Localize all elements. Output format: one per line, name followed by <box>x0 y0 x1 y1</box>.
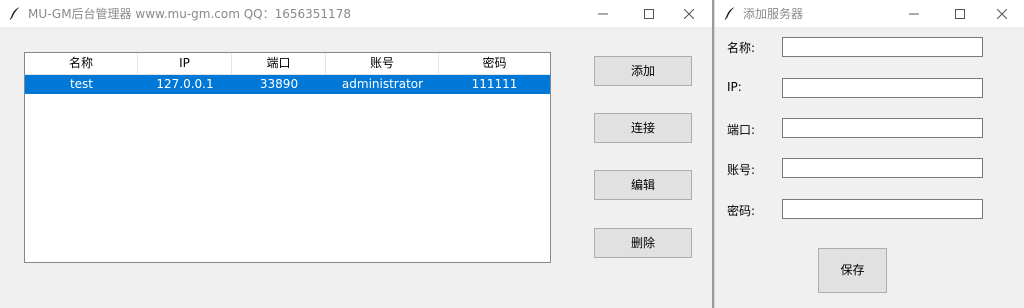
minimize-button[interactable] <box>580 0 626 27</box>
close-icon <box>997 8 1007 19</box>
cell-password: 111111 <box>471 77 518 91</box>
port-field[interactable] <box>782 118 983 138</box>
add-server-titlebar[interactable]: 添加服务器 <box>715 0 1024 27</box>
column-header-port[interactable]: 端口 <box>232 53 326 74</box>
add-minimize-button[interactable] <box>891 0 937 27</box>
main-titlebar[interactable]: MU-GM后台管理器 www.mu-gm.com QQ：1656351178 <box>0 0 712 27</box>
main-window-title: MU-GM后台管理器 www.mu-gm.com QQ：1656351178 <box>28 7 351 21</box>
column-header-name[interactable]: 名称 <box>25 53 138 74</box>
feather-icon <box>9 7 20 20</box>
name-label: 名称: <box>727 41 756 55</box>
edit-button[interactable]: 编辑 <box>594 170 692 200</box>
cell-account: administrator <box>341 77 424 91</box>
table-row[interactable]: test 127.0.0.1 33890 administrator 11111… <box>25 75 550 94</box>
name-field[interactable] <box>782 37 983 57</box>
port-label: 端口: <box>727 123 756 137</box>
account-field[interactable] <box>782 158 983 178</box>
delete-button[interactable]: 删除 <box>594 228 692 258</box>
add-server-window: 添加服务器 名称: IP: 端口: 账号: 密码: 保存 <box>714 0 1024 308</box>
minimize-icon <box>909 13 919 14</box>
cell-port: 33890 <box>259 77 299 91</box>
table-header: 名称 IP 端口 账号 密码 <box>25 53 550 75</box>
close-button[interactable] <box>666 0 712 27</box>
server-table[interactable]: 名称 IP 端口 账号 密码 test 127.0.0.1 33890 admi… <box>24 52 551 263</box>
cell-name: test <box>69 77 94 91</box>
add-button[interactable]: 添加 <box>594 56 692 86</box>
add-maximize-button[interactable] <box>937 0 983 27</box>
column-header-account[interactable]: 账号 <box>326 53 439 74</box>
maximize-icon <box>955 8 965 19</box>
ip-field[interactable] <box>782 78 983 98</box>
connect-button[interactable]: 连接 <box>594 113 692 143</box>
account-label: 账号: <box>727 163 756 177</box>
cell-ip: 127.0.0.1 <box>156 77 214 91</box>
password-label: 密码: <box>727 204 756 218</box>
maximize-icon <box>644 8 654 19</box>
column-header-password[interactable]: 密码 <box>439 53 550 74</box>
ip-label: IP: <box>727 80 742 94</box>
column-header-ip[interactable]: IP <box>138 53 232 74</box>
close-icon <box>684 8 694 19</box>
minimize-icon <box>598 13 608 14</box>
add-close-button[interactable] <box>979 0 1024 27</box>
password-field[interactable] <box>782 199 983 219</box>
add-server-title: 添加服务器 <box>743 7 804 21</box>
feather-icon <box>724 7 735 20</box>
main-window: MU-GM后台管理器 www.mu-gm.com QQ：1656351178 名… <box>0 0 712 308</box>
save-button[interactable]: 保存 <box>818 248 887 293</box>
